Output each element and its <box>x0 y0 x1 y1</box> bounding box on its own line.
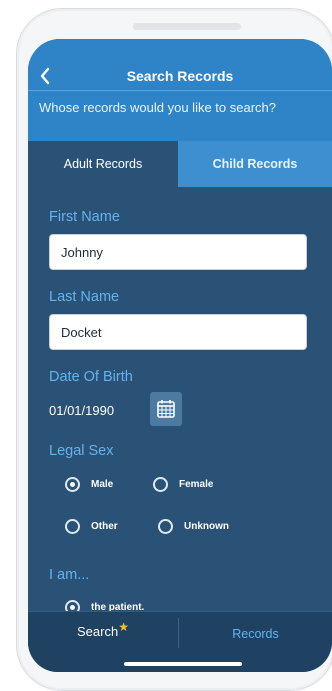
bottom-nav: Search★ Records <box>28 611 332 672</box>
radio-male[interactable]: Male <box>65 477 113 492</box>
dob-label: Date Of Birth <box>49 369 133 385</box>
radio-unknown[interactable]: Unknown <box>158 519 229 534</box>
home-indicator <box>124 662 242 666</box>
last-name-field[interactable] <box>49 314 307 350</box>
radio-circle <box>65 477 80 492</box>
legal-sex-label: Legal Sex <box>49 443 114 459</box>
calendar-icon <box>157 400 175 418</box>
nav-search-label: Search <box>77 624 119 639</box>
radio-circle <box>158 519 173 534</box>
nav-search[interactable]: Search★ <box>28 620 178 639</box>
tab-child-records[interactable]: Child Records <box>178 141 332 187</box>
phone-speaker <box>133 23 241 30</box>
radio-label: Unknown <box>184 521 229 532</box>
header-divider <box>28 90 332 91</box>
nav-records-label: Records <box>232 627 279 641</box>
radio-label: Male <box>91 479 114 490</box>
i-am-label: I am... <box>49 567 90 583</box>
radio-other[interactable]: Other <box>65 519 118 534</box>
radio-circle <box>153 477 168 492</box>
radio-circle <box>65 519 80 534</box>
first-name-field[interactable] <box>49 234 307 270</box>
dob-value[interactable]: 01/01/1990 <box>49 403 114 418</box>
page-subtitle: Whose records would you like to search? <box>39 100 277 115</box>
app-screen: Search Records Whose records would you l… <box>28 39 332 672</box>
tab-adult-records[interactable]: Adult Records <box>28 141 178 187</box>
nav-records[interactable]: Records <box>179 627 332 641</box>
radio-female[interactable]: Female <box>153 477 213 492</box>
page-title: Search Records <box>126 68 234 84</box>
radio-label: Other <box>91 521 118 532</box>
tab-label: Child Records <box>212 157 298 171</box>
radio-label: Female <box>179 479 214 490</box>
tab-label: Adult Records <box>63 157 143 171</box>
first-name-label: First Name <box>49 209 120 225</box>
star-icon: ★ <box>118 620 129 634</box>
last-name-label: Last Name <box>49 289 120 305</box>
calendar-button[interactable] <box>150 392 182 426</box>
